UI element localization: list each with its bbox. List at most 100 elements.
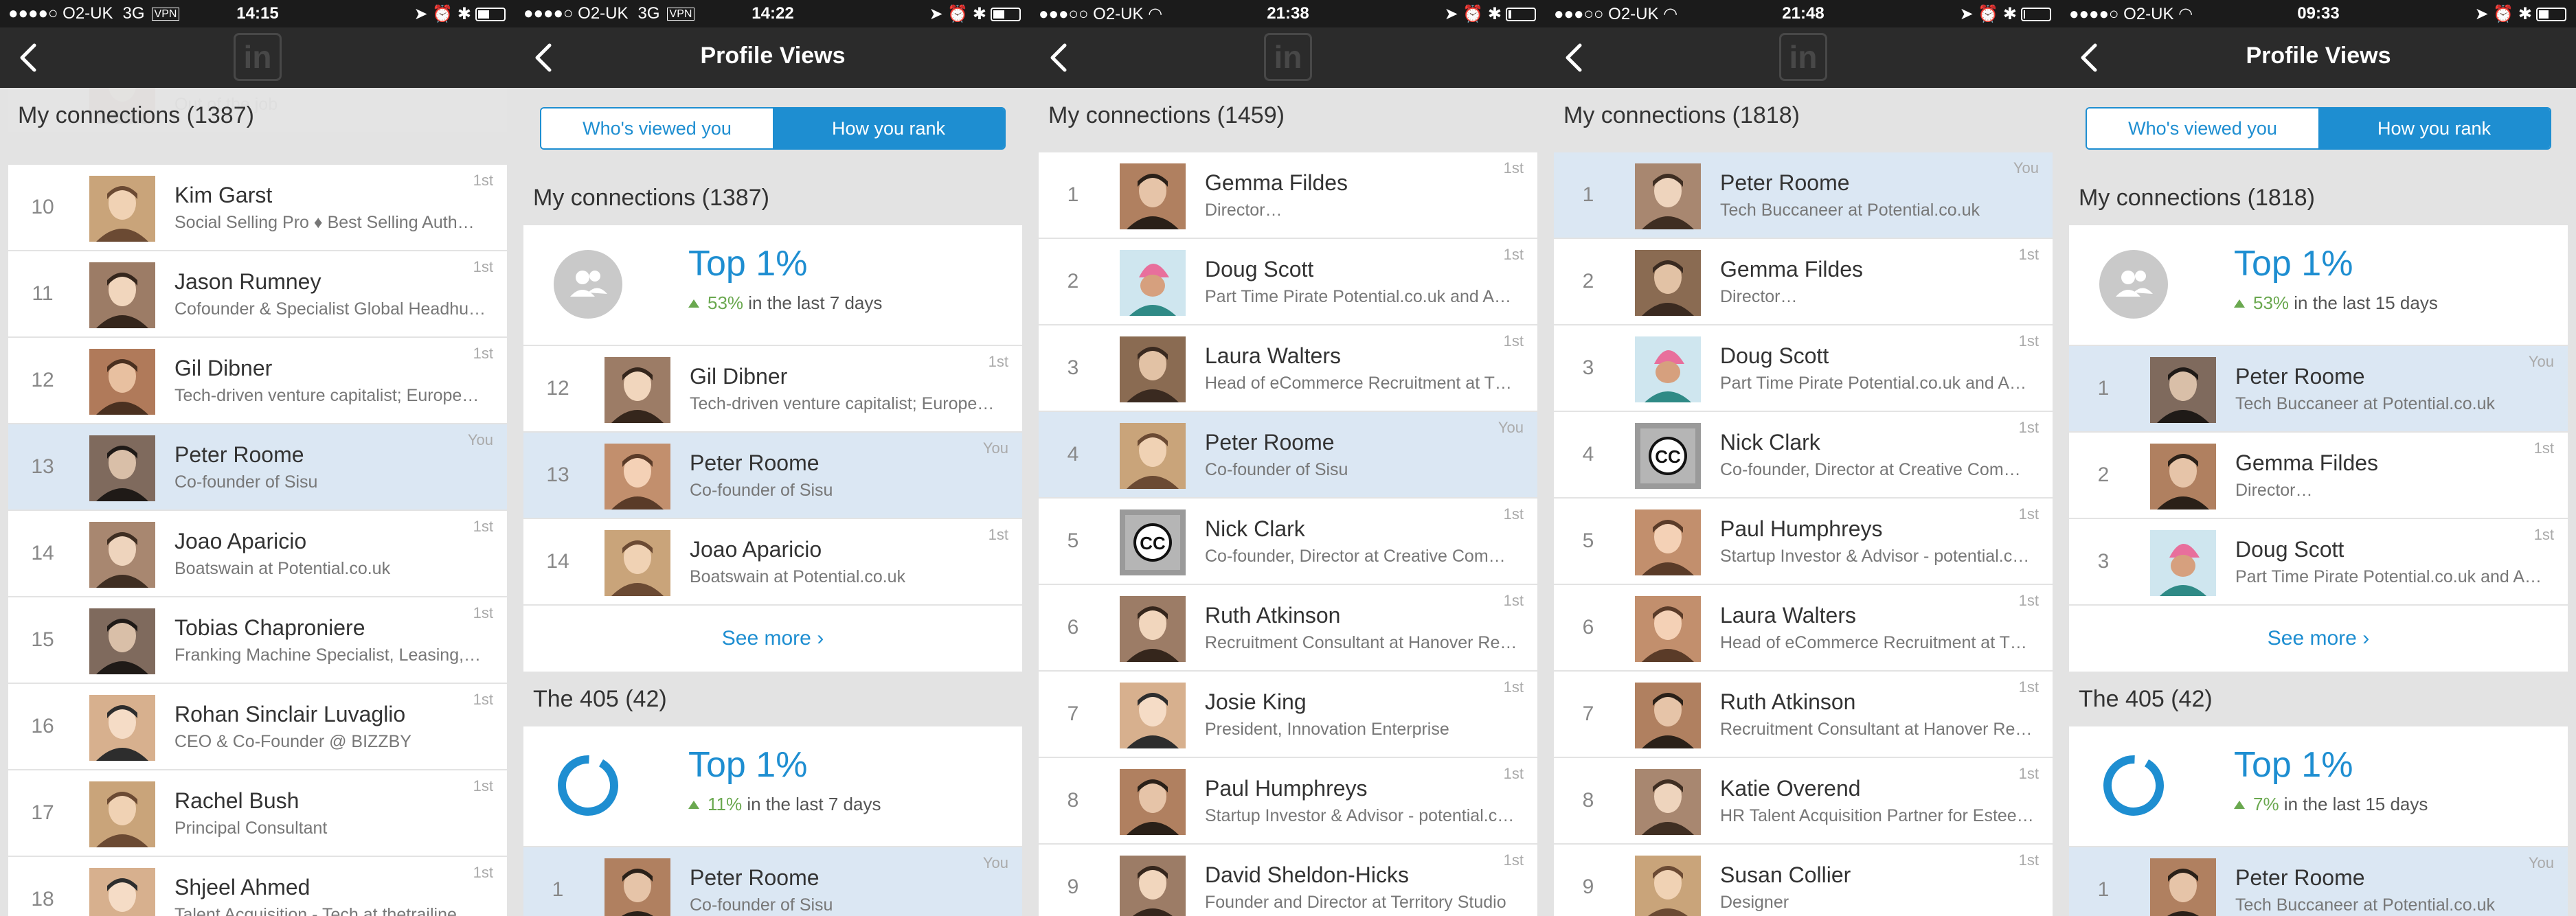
avatar [89,608,155,674]
location-alarm-bluetooth-icons: ➤ ⏰ ✱ [414,5,471,23]
see-more-link[interactable]: See more › [523,606,1022,672]
connection-row[interactable]: 3 Laura Walters Head of eCommerce Recruitm… [1039,325,1537,412]
group-icon [554,250,622,319]
connection-row[interactable]: 14 Joao Aparicio Boatswain at Potential.co… [8,511,507,597]
avatar [1635,856,1701,916]
see-more-link[interactable]: See more › [2069,606,2568,672]
connection-row[interactable]: 7 Josie King President, Innovation Enterpr… [1039,672,1537,758]
connection-row[interactable]: 15 Tobias Chaproniere Franking Machine Spe… [8,597,507,684]
connection-degree-badge: 1st [2018,851,2039,869]
member-headline: Part Time Pirate Potential.co.uk and A… [1720,374,2027,393]
connection-row[interactable]: 8 Katie Overend HR Talent Acquisition Part… [1554,758,2053,845]
connection-degree-badge: 1st [2533,526,2554,543]
connection-row[interactable]: 2 Doug Scott Part Time Pirate Potential.co… [1039,239,1537,325]
member-headline: Tech Buccaneer at Potential.co.uk [2235,895,2496,915]
back-chevron-icon[interactable] [1046,41,1073,74]
connection-row[interactable]: 6 Ruth Atkinson Recruitment Consultant at … [1039,585,1537,672]
member-headline: Designer [1720,893,1789,912]
phone-screen-5: ●●●●○ O2-UK ◠ 09:33 ➤ ⏰ ✱ Profile Views Who'… [2061,0,2576,916]
connection-row[interactable]: 12 Gil Dibner Tech-driven venture capitali… [523,346,1022,433]
member-name: Doug Scott [1205,257,1314,282]
connection-row[interactable]: 13 Peter Roome Co-founder of Sisu You [523,433,1022,519]
tab-how-you-rank[interactable]: How you rank [773,108,1004,148]
rank-number: 4 [1582,443,1594,466]
connection-row[interactable]: 5 CC Nick Clark Co-founder, Director at Cre… [1039,499,1537,585]
connection-row[interactable]: 16 Rohan Sinclair Luvaglio CEO & Co-Founde… [8,684,507,770]
rank-number: 9 [1582,875,1594,898]
connection-row[interactable]: 4 Peter Roome Co-founder of Sisu You [1039,412,1537,499]
connection-degree-badge: You [1498,419,1524,436]
scroll-content[interactable]: My connections (1818) 1 Peter Roome Tech Bu… [1546,88,2061,916]
member-headline: Co-founder of Sisu [690,895,833,915]
connection-row[interactable]: 13 Peter Roome Co-founder of Sisu You [8,424,507,511]
connection-row[interactable]: 9 Susan Collier Designer 1st [1554,845,2053,916]
member-name: Peter Roome [690,450,820,475]
member-name: Paul Humphreys [1205,776,1368,801]
connection-degree-badge: You [982,854,1008,871]
avatar [605,444,670,509]
connection-row[interactable]: 2 Gemma Fildes Director… 1st [2069,433,2568,519]
trend-percent: 53% [708,293,744,313]
connection-row[interactable]: 11 Jason Rumney Cofounder & Specialist Glo… [8,251,507,338]
connection-row[interactable]: 5 Paul Humphreys Startup Investor & Adviso… [1554,499,2053,585]
connection-degree-badge: 1st [2018,419,2039,436]
connection-row[interactable]: 9 David Sheldon-Hicks Founder and Director… [1039,845,1537,916]
tab-whos-viewed-you[interactable]: Who's viewed you [2087,108,2318,148]
battery-icon [2021,8,2051,21]
member-headline: Tech-driven venture capitalist; Europe… [174,386,479,405]
scroll-content[interactable]: Who's viewed you How you rank My connectio… [515,88,1030,916]
connection-row[interactable]: 1 Peter Roome Tech Buccaneer at Potential.… [2069,346,2568,433]
connection-degree-badge: 1st [2533,439,2554,457]
connection-row[interactable]: 17 Rachel Bush Principal Consultant 1st [8,770,507,857]
nav-title: Profile Views [700,43,846,69]
connection-row[interactable]: 1 Peter Roome Tech Buccaneer at Potential.… [2069,847,2568,916]
member-name: Gil Dibner [174,356,273,380]
tab-how-you-rank[interactable]: How you rank [2318,108,2550,148]
member-headline: Tech Buccaneer at Potential.co.uk [1720,201,1980,220]
connection-row[interactable]: 14 Joao Aparicio Boatswain at Potential.co… [523,519,1022,606]
member-name: Ruth Atkinson [1205,603,1341,628]
scroll-content[interactable]: Adam FosterOut of the jobMy connections … [0,88,515,916]
avatar [1120,336,1186,402]
connection-row[interactable]: 6 Laura Walters Head of eCommerce Recruitm… [1554,585,2053,672]
avatar [605,530,670,596]
connection-row[interactable]: 1 Gemma Fildes Director… 1st [1039,152,1537,239]
connection-row[interactable]: 7 Ruth Atkinson Recruitment Consultant at … [1554,672,2053,758]
connection-row[interactable]: 8 Paul Humphreys Startup Investor & Adviso… [1039,758,1537,845]
section-header: The 405 (42) [2061,672,2576,726]
member-name: Laura Walters [1720,603,1856,628]
rank-number: 3 [2097,550,2110,573]
connection-degree-badge: You [2528,854,2554,871]
connection-degree-badge: 1st [473,691,493,708]
connection-row[interactable]: 1 Peter Roome Tech Buccaneer at Potential.… [1554,152,2053,239]
connection-row[interactable]: 10 Kim Garst Social Selling Pro ♦ Best Sel… [8,165,507,251]
member-headline: Boatswain at Potential.co.uk [174,559,391,578]
avatar [89,176,155,242]
connection-row[interactable]: 3 Doug Scott Part Time Pirate Potential.co… [2069,519,2568,606]
rank-number: 2 [1067,270,1079,293]
connection-row[interactable]: 1 Peter Roome Co-founder of Sisu You [523,847,1022,916]
scroll-content[interactable]: Who's viewed you How you rank My connectio… [2061,88,2576,916]
connection-degree-badge: 1st [1503,765,1524,782]
member-headline: Principal Consultant [174,818,328,838]
trend-period: in the last 7 days [743,293,883,313]
group-icon [2099,250,2168,319]
rank-summary-card: Top 1% 7% in the last 15 days [2069,726,2568,847]
back-chevron-icon[interactable] [15,41,43,74]
connection-degree-badge: 1st [1503,678,1524,696]
rank-number: 14 [31,542,54,564]
member-name: Peter Roome [1205,430,1335,455]
connection-row[interactable]: 18 Shjeel Ahmed Talent Acquisition - Tech … [8,857,507,916]
tab-whos-viewed-you[interactable]: Who's viewed you [541,108,773,148]
connection-row[interactable]: 4 CC Nick Clark Co-founder, Director at Cre… [1554,412,2053,499]
rank-number: 5 [1067,529,1079,552]
connection-row[interactable]: 12 Gil Dibner Tech-driven venture capitali… [8,338,507,424]
rank-trend: 7% in the last 15 days [2234,794,2428,815]
connection-row[interactable]: 3 Doug Scott Part Time Pirate Potential.co… [1554,325,2053,412]
scroll-content[interactable]: My connections (1459) 1 Gemma Fildes Direct… [1030,88,1546,916]
connection-degree-badge: 1st [1503,159,1524,176]
avatar [1635,250,1701,316]
member-headline: Co-founder of Sisu [174,472,318,492]
connection-row[interactable]: 2 Gemma Fildes Director… 1st [1554,239,2053,325]
back-chevron-icon[interactable] [1561,41,1588,74]
